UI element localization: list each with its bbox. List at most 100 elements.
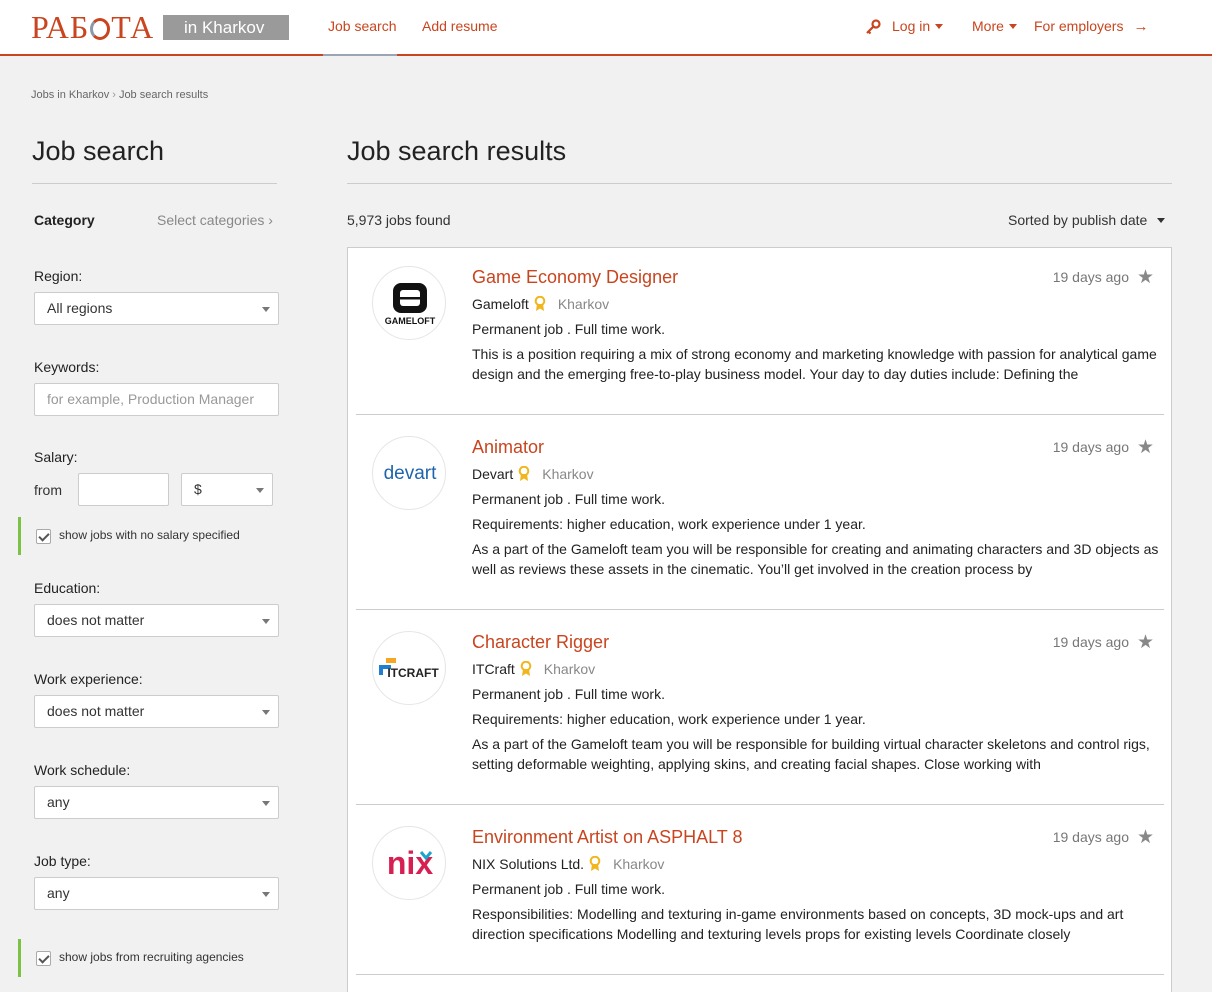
company-name[interactable]: Gameloft xyxy=(472,296,529,312)
page-title: Job search results xyxy=(347,136,567,166)
itcraft-logo-icon: ITCRAFT xyxy=(379,658,439,680)
schedule-select[interactable]: any xyxy=(34,786,279,819)
city-badge[interactable]: in Kharkov xyxy=(163,15,289,40)
company-name[interactable]: NIX Solutions Ltd. xyxy=(472,856,584,872)
login-menu[interactable]: Log in xyxy=(892,18,944,34)
select-categories-text: Select categories xyxy=(157,212,265,228)
publish-date: 19 days ago xyxy=(1052,269,1129,285)
arrow-right-icon: → xyxy=(1133,18,1149,35)
nav-add-resume[interactable]: Add resume xyxy=(422,18,497,34)
top-header: РАБ ТА in Kharkov Job search Add resume L… xyxy=(0,0,1212,56)
company-line: ITCraft Kharkov xyxy=(472,661,595,677)
company-logo[interactable]: ITCRAFT xyxy=(372,631,446,705)
breadcrumb: Jobs in Kharkov › Job search results xyxy=(31,89,208,101)
agencies-label: show jobs from recruiting agencies xyxy=(59,950,244,964)
keywords-label: Keywords: xyxy=(34,359,100,375)
education-label: Education: xyxy=(34,580,101,596)
medal-icon xyxy=(534,296,546,311)
company-name[interactable]: ITCraft xyxy=(472,661,515,677)
star-icon[interactable]: ★ xyxy=(1137,436,1154,459)
agencies-checkbox-row[interactable]: show jobs from recruiting agencies xyxy=(18,939,244,977)
logo-text: ITCRAFT xyxy=(387,666,439,680)
education-select[interactable]: does not matter xyxy=(34,604,279,637)
star-icon[interactable]: ★ xyxy=(1137,631,1154,654)
results-count: 5,973 jobs found xyxy=(347,212,451,228)
job-card[interactable]: nix Environment Artist on ASPHALT 8 NIX … xyxy=(356,808,1164,975)
job-type: Permanent job . Full time work. xyxy=(472,491,665,507)
schedule-label: Work schedule: xyxy=(34,762,131,778)
category-label: Category xyxy=(34,212,95,228)
chevron-down-icon xyxy=(935,24,944,29)
medal-icon xyxy=(518,466,530,481)
medal-icon xyxy=(520,661,532,676)
key-icon xyxy=(866,19,881,35)
sidebar-title: Job search xyxy=(32,136,165,166)
job-title-link[interactable]: Character Rigger xyxy=(472,632,609,653)
job-type: Permanent job . Full time work. xyxy=(472,881,665,897)
job-city: Kharkov xyxy=(613,856,665,872)
job-requirements: Requirements: higher education, work exp… xyxy=(472,711,866,727)
more-menu[interactable]: More xyxy=(972,18,1017,34)
education-value: does not matter xyxy=(47,612,145,628)
company-line: NIX Solutions Ltd. Kharkov xyxy=(472,856,664,872)
publish-date: 19 days ago xyxy=(1052,439,1129,455)
currency-value: $ xyxy=(194,481,202,497)
logo-text: GAMELOFT xyxy=(385,316,436,326)
sort-label: Sorted by publish date xyxy=(1008,212,1148,228)
experience-select[interactable]: does not matter xyxy=(34,695,279,728)
sidebar-divider xyxy=(32,183,277,184)
job-card[interactable]: ITCRAFT Character Rigger ITCraft Kharkov … xyxy=(356,613,1164,805)
header-divider xyxy=(0,54,1212,56)
sort-dropdown[interactable]: Sorted by publish date xyxy=(1008,212,1166,228)
schedule-value: any xyxy=(47,794,70,810)
breadcrumb-separator: › xyxy=(112,89,116,101)
job-type: Permanent job . Full time work. xyxy=(472,686,665,702)
star-icon[interactable]: ★ xyxy=(1137,826,1154,849)
company-logo[interactable]: devart xyxy=(372,436,446,510)
for-employers-link[interactable]: For employers → xyxy=(1034,18,1148,35)
login-label: Log in xyxy=(892,18,931,34)
results-list: GAMELOFT Game Economy Designer Gameloft K… xyxy=(347,247,1172,992)
salary-from-label: from xyxy=(34,482,62,498)
dropdown-arrow-icon xyxy=(256,488,264,493)
publish-date: 19 days ago xyxy=(1052,829,1129,845)
company-line: Devart Kharkov xyxy=(472,466,594,482)
company-logo[interactable]: GAMELOFT xyxy=(372,266,446,340)
dropdown-arrow-icon xyxy=(262,619,270,624)
no-salary-checkbox[interactable] xyxy=(36,529,51,544)
experience-value: does not matter xyxy=(47,703,145,719)
company-name[interactable]: Devart xyxy=(472,466,513,482)
logo-o-mark xyxy=(90,18,111,40)
salary-from-input[interactable] xyxy=(78,473,169,506)
employers-label: For employers xyxy=(1034,18,1124,34)
job-description: As a part of the Gameloft team you will … xyxy=(472,541,1159,577)
job-title-link[interactable]: Environment Artist on ASPHALT 8 xyxy=(472,827,742,848)
currency-select[interactable]: $ xyxy=(181,473,273,506)
star-icon[interactable]: ★ xyxy=(1137,266,1154,289)
region-select[interactable]: All regions xyxy=(34,292,279,325)
job-title-link[interactable]: Game Economy Designer xyxy=(472,267,678,288)
job-card[interactable]: GAMELOFT Game Economy Designer Gameloft K… xyxy=(356,248,1164,415)
no-salary-label: show jobs with no salary specified xyxy=(59,528,240,542)
nav-job-search[interactable]: Job search xyxy=(328,18,396,34)
job-title-link[interactable]: Animator xyxy=(472,437,544,458)
job-description: This is a position requiring a mix of st… xyxy=(472,346,1157,382)
publish-date: 19 days ago xyxy=(1052,634,1129,650)
no-salary-checkbox-row[interactable]: show jobs with no salary specified xyxy=(18,517,240,555)
more-label: More xyxy=(972,18,1004,34)
jobtype-label: Job type: xyxy=(34,853,91,869)
logo-text: devart xyxy=(384,463,438,484)
agencies-checkbox[interactable] xyxy=(36,951,51,966)
dropdown-arrow-icon xyxy=(262,710,270,715)
job-card[interactable]: devart Animator Devart Kharkov Permanent … xyxy=(356,418,1164,610)
select-categories-link[interactable]: Select categories › xyxy=(157,212,273,228)
company-line: Gameloft Kharkov xyxy=(472,296,609,312)
keywords-input[interactable]: for example, Production Manager xyxy=(34,383,279,416)
medal-icon xyxy=(589,856,601,871)
company-logo[interactable]: nix xyxy=(372,826,446,900)
nix-logo-icon: nix xyxy=(387,845,433,881)
dropdown-arrow-icon xyxy=(262,801,270,806)
site-logo[interactable]: РАБ ТА xyxy=(31,10,154,44)
jobtype-select[interactable]: any xyxy=(34,877,279,910)
breadcrumb-jobs-link[interactable]: Jobs in Kharkov xyxy=(31,89,109,101)
